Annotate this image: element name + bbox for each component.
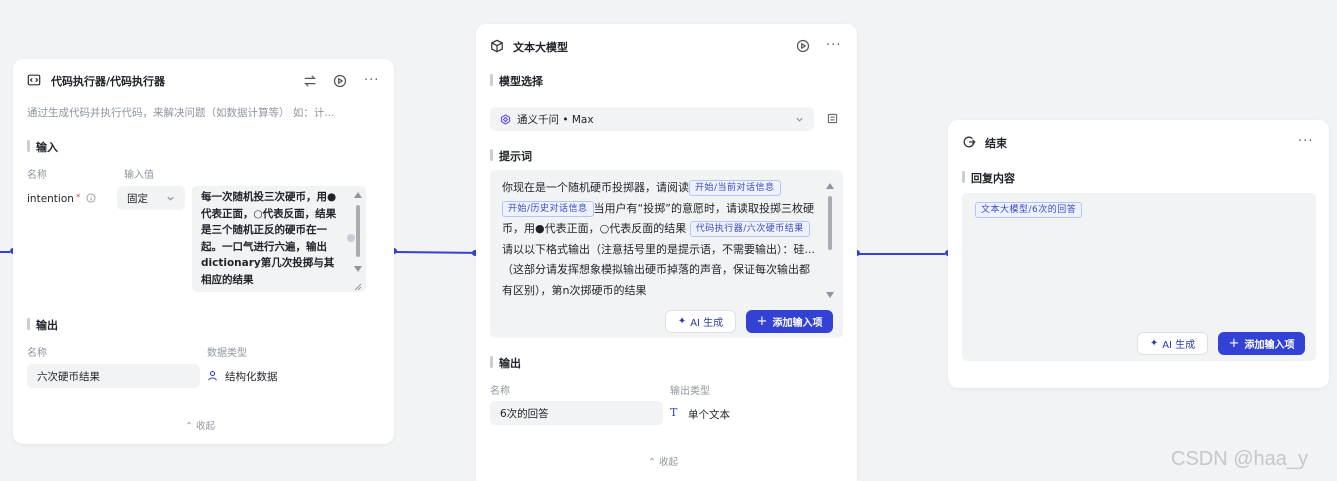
prompt-text: 你现在是一个随机硬币投掷器，请阅读 开始/当前对话信息 开始/历史对话信息 当用户有… — [502, 178, 817, 302]
sparkle-icon: ✦ — [677, 316, 687, 327]
variable-tag[interactable]: 代码执行器/六次硬币结果 — [689, 221, 810, 237]
ai-generate-label: AI 生成 — [690, 318, 724, 329]
code-executor-node[interactable]: 代码执行器/代码执行器 ··· 通过生成代码并执行代码，来解决问题（如数据计算等… — [13, 59, 394, 444]
variable-tag[interactable]: 开始/当前对话信息 — [689, 180, 781, 196]
variable-tag[interactable]: 开始/历史对话信息 — [502, 200, 594, 217]
model-settings-icon[interactable] — [827, 113, 838, 124]
output-type-value: 结构化数据 — [225, 371, 278, 383]
out-col-type-label: 数据类型 — [207, 348, 247, 359]
collapse-label: 收起 — [196, 421, 216, 432]
chevron-up-icon: ⌃ — [185, 421, 193, 432]
param-name-text: intention — [27, 193, 74, 205]
scroll-down-arrow[interactable] — [826, 292, 834, 298]
collapse-button[interactable]: ⌃ 收起 — [185, 418, 215, 432]
collapse-label: 收起 — [659, 457, 679, 468]
add-input-button[interactable]: + 添加输入项 — [746, 310, 833, 333]
resize-handle-icon[interactable] — [354, 283, 362, 291]
model-section-title: 模型选择 — [490, 73, 543, 89]
end-icon — [963, 136, 976, 148]
struct-type-icon — [208, 370, 217, 381]
chevron-down-icon — [167, 196, 174, 201]
output-name-value: 六次硬币结果 — [37, 370, 100, 383]
scroll-grip — [347, 234, 355, 242]
out-col-name-label: 名称 — [490, 386, 510, 397]
node-description: 通过生成代码并执行代码，来解决问题（如数据计算等） 如：计... — [27, 107, 335, 119]
prompt-segment: 请以以下格式输出（注意括号里的是提示语，不需要输出）：硅...（这部分请发挥想象… — [502, 242, 815, 297]
more-icon[interactable]: ··· — [826, 39, 841, 52]
reply-section-title: 回复内容 — [962, 170, 1015, 186]
node-title: 结束 — [985, 137, 1007, 150]
output-type-value: 单个文本 — [688, 409, 730, 421]
ai-generate-button[interactable]: ✦ AI 生成 — [665, 310, 736, 333]
edge-llm-to-end — [859, 253, 945, 255]
scrollbar-thumb[interactable] — [828, 196, 832, 250]
run-icon[interactable] — [333, 74, 347, 88]
param-name: intention * — [27, 193, 96, 205]
run-icon[interactable] — [796, 39, 810, 53]
end-node[interactable]: 结束 ··· 回复内容 文本大模型/6次的回答 ✦ AI 生成 + 添加输入项 — [948, 120, 1329, 388]
sparkle-icon: ✦ — [1149, 338, 1159, 349]
node-title: 文本大模型 — [513, 41, 568, 54]
edge-left-in — [0, 251, 10, 253]
plus-icon: + — [756, 314, 768, 329]
scroll-up-arrow[interactable] — [354, 192, 362, 198]
variable-tag[interactable]: 文本大模型/6次的回答 — [975, 202, 1083, 218]
output-section-title: 输出 — [490, 355, 521, 371]
model-select-content: 通义千问 • Max — [500, 112, 594, 127]
cube-icon — [491, 39, 503, 53]
output-name-field[interactable]: 6次的回答 — [490, 401, 663, 425]
param-mode-select[interactable]: 固定 — [117, 186, 185, 210]
output-name-value: 6次的回答 — [500, 407, 549, 420]
info-icon[interactable] — [86, 193, 96, 203]
plus-icon: + — [1228, 336, 1240, 351]
more-icon[interactable]: ··· — [1298, 135, 1313, 148]
param-value-textarea[interactable]: 每一次随机投三次硬币，用●代表正面，○代表反面，结果是三个随机正反的硬币在一起。… — [192, 186, 366, 292]
add-input-label: 添加输入项 — [772, 318, 823, 329]
chevron-up-icon: ⌃ — [648, 457, 656, 468]
model-value: 通义千问 • Max — [517, 113, 594, 126]
col-name-label: 名称 — [27, 170, 47, 181]
scroll-down-arrow[interactable] — [354, 266, 362, 272]
out-col-name-label: 名称 — [27, 348, 47, 359]
input-section-title: 输入 — [27, 139, 58, 155]
collapse-button[interactable]: ⌃ 收起 — [648, 454, 678, 468]
chevron-down-icon — [796, 117, 803, 122]
model-select[interactable]: 通义千问 • Max — [490, 107, 814, 131]
required-mark: * — [75, 193, 81, 203]
output-name-field[interactable]: 六次硬币结果 — [27, 364, 200, 388]
param-value-text: 每一次随机投三次硬币，用●代表正面，○代表反面，结果是三个随机正反的硬币在一起。… — [201, 191, 337, 286]
qwen-logo-icon — [500, 113, 511, 125]
ai-generate-button[interactable]: ✦ AI 生成 — [1137, 332, 1208, 355]
edge-code-to-llm — [395, 251, 475, 254]
prompt-segment: 你现在是一个随机硬币投掷器，请阅读 — [502, 181, 689, 194]
out-col-type-label: 输出类型 — [670, 386, 710, 397]
param-mode-value: 固定 — [127, 192, 148, 205]
scroll-up-arrow[interactable] — [826, 183, 834, 189]
prompt-section-title: 提示词 — [490, 148, 532, 164]
llm-node[interactable]: 文本大模型 ··· 模型选择 通义千问 • Max 提示词 你现在是一个随机硬币… — [476, 24, 857, 481]
col-value-label: 输入值 — [124, 170, 154, 181]
watermark: CSDN @haa_y — [1171, 448, 1309, 470]
add-input-label: 添加输入项 — [1244, 340, 1295, 351]
scrollbar-thumb[interactable] — [356, 205, 360, 257]
swap-icon[interactable] — [303, 74, 317, 88]
more-icon[interactable]: ··· — [364, 74, 379, 87]
ai-generate-label: AI 生成 — [1162, 340, 1196, 351]
node-title: 代码执行器/代码执行器 — [51, 75, 166, 88]
add-input-button[interactable]: + 添加输入项 — [1218, 332, 1305, 355]
output-section-title: 输出 — [27, 317, 58, 333]
text-type-icon: T — [670, 406, 678, 419]
code-icon — [27, 74, 41, 86]
